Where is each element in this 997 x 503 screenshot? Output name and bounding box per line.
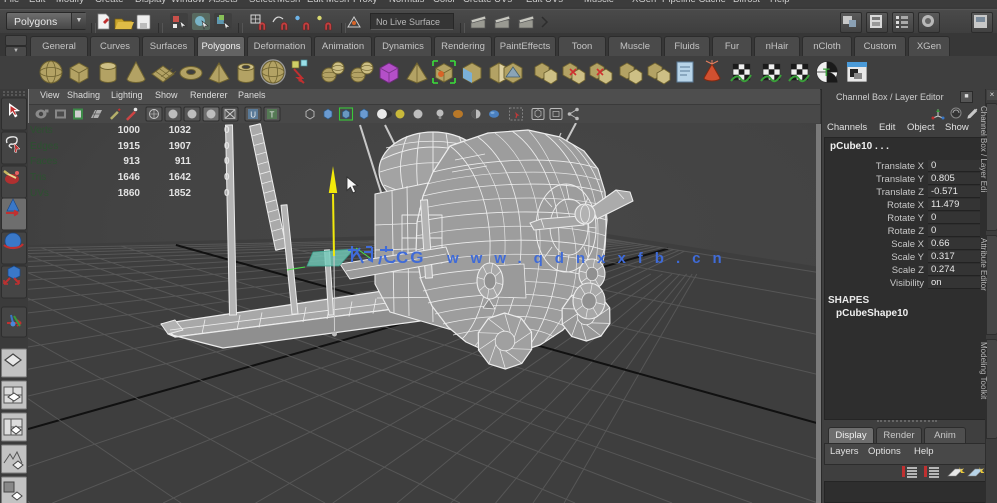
svg-text:T: T (270, 111, 275, 120)
svg-text:U: U (250, 111, 256, 120)
svg-text:T: T (823, 67, 830, 79)
svg-text:CG: CG (396, 248, 426, 267)
svg-text:www.qdnxxfb.cn: www.qdnxxfb.cn (446, 250, 734, 267)
